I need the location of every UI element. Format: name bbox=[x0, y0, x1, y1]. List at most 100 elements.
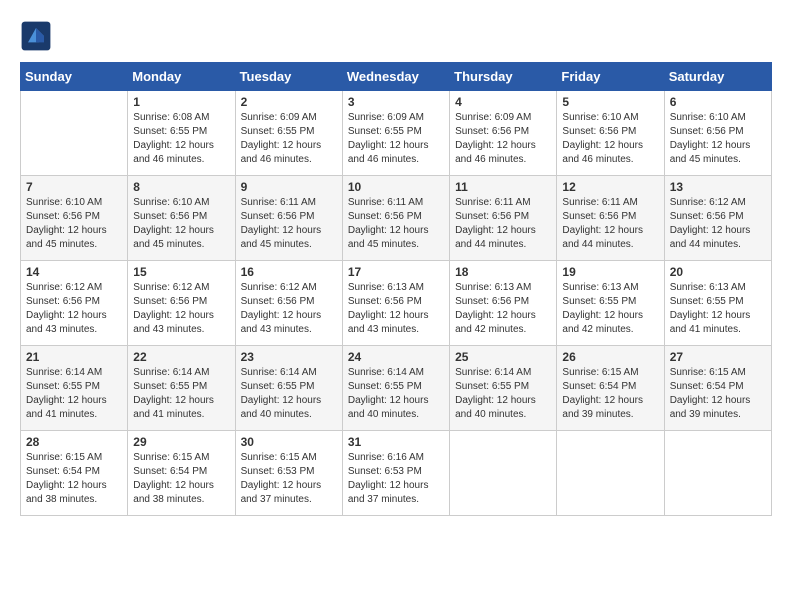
day-number: 3 bbox=[348, 95, 444, 109]
calendar-week-row: 1 Sunrise: 6:08 AMSunset: 6:55 PMDaylight… bbox=[21, 91, 772, 176]
logo-icon bbox=[20, 20, 52, 52]
day-number: 8 bbox=[133, 180, 229, 194]
calendar-day-cell: 15Sunrise: 6:12 AMSunset: 6:56 PMDayligh… bbox=[128, 261, 235, 346]
header-monday: Monday bbox=[128, 63, 235, 91]
day-number: 24 bbox=[348, 350, 444, 364]
day-info: Sunrise: 6:15 AMSunset: 6:54 PMDaylight:… bbox=[670, 366, 766, 422]
day-number: 2 bbox=[241, 95, 337, 109]
day-info: Sunrise: 6:16 AMSunset: 6:53 PMDaylight:… bbox=[348, 451, 444, 507]
calendar-week-row: 28 Sunrise: 6:15 AMSunset: 6:54 PMDayligh… bbox=[21, 431, 772, 516]
calendar-day-cell: 29 Sunrise: 6:15 AMSunset: 6:54 PMDayligh… bbox=[128, 431, 235, 516]
logo bbox=[20, 20, 56, 52]
day-info: Sunrise: 6:13 AMSunset: 6:56 PMDaylight:… bbox=[348, 281, 444, 337]
calendar-day-cell: 10 Sunrise: 6:11 AMSunset: 6:56 PMDayligh… bbox=[342, 176, 449, 261]
day-info: Sunrise: 6:09 AMSunset: 6:56 PMDaylight:… bbox=[455, 111, 551, 167]
calendar-day-cell: 11 Sunrise: 6:11 AMSunset: 6:56 PMDayligh… bbox=[450, 176, 557, 261]
day-number: 26 bbox=[562, 350, 658, 364]
day-info: Sunrise: 6:12 AMSunset: 6:56 PMDaylight:… bbox=[670, 196, 766, 252]
day-info: Sunrise: 6:15 AMSunset: 6:54 PMDaylight:… bbox=[562, 366, 658, 422]
day-info: Sunrise: 6:09 AMSunset: 6:55 PMDaylight:… bbox=[241, 111, 337, 167]
day-info: Sunrise: 6:14 AMSunset: 6:55 PMDaylight:… bbox=[133, 366, 229, 422]
calendar-day-cell: 19Sunrise: 6:13 AMSunset: 6:55 PMDayligh… bbox=[557, 261, 664, 346]
calendar-day-cell: 5 Sunrise: 6:10 AMSunset: 6:56 PMDaylight… bbox=[557, 91, 664, 176]
calendar-day-cell: 23 Sunrise: 6:14 AMSunset: 6:55 PMDayligh… bbox=[235, 346, 342, 431]
calendar-day-cell: 17Sunrise: 6:13 AMSunset: 6:56 PMDayligh… bbox=[342, 261, 449, 346]
day-info: Sunrise: 6:10 AMSunset: 6:56 PMDaylight:… bbox=[670, 111, 766, 167]
calendar-day-cell: 2 Sunrise: 6:09 AMSunset: 6:55 PMDaylight… bbox=[235, 91, 342, 176]
day-number: 30 bbox=[241, 435, 337, 449]
day-number: 22 bbox=[133, 350, 229, 364]
day-info: Sunrise: 6:14 AMSunset: 6:55 PMDaylight:… bbox=[26, 366, 122, 422]
calendar-day-cell: 31Sunrise: 6:16 AMSunset: 6:53 PMDayligh… bbox=[342, 431, 449, 516]
day-info: Sunrise: 6:15 AMSunset: 6:53 PMDaylight:… bbox=[241, 451, 337, 507]
day-info: Sunrise: 6:11 AMSunset: 6:56 PMDaylight:… bbox=[348, 196, 444, 252]
day-info: Sunrise: 6:12 AMSunset: 6:56 PMDaylight:… bbox=[133, 281, 229, 337]
day-info: Sunrise: 6:11 AMSunset: 6:56 PMDaylight:… bbox=[455, 196, 551, 252]
header-saturday: Saturday bbox=[664, 63, 771, 91]
day-number: 7 bbox=[26, 180, 122, 194]
calendar-day-cell: 7 Sunrise: 6:10 AMSunset: 6:56 PMDaylight… bbox=[21, 176, 128, 261]
day-info: Sunrise: 6:12 AMSunset: 6:56 PMDaylight:… bbox=[26, 281, 122, 337]
day-number: 14 bbox=[26, 265, 122, 279]
day-info: Sunrise: 6:12 AMSunset: 6:56 PMDaylight:… bbox=[241, 281, 337, 337]
calendar-day-cell: 8 Sunrise: 6:10 AMSunset: 6:56 PMDaylight… bbox=[128, 176, 235, 261]
header-tuesday: Tuesday bbox=[235, 63, 342, 91]
calendar-day-cell: 12Sunrise: 6:11 AMSunset: 6:56 PMDayligh… bbox=[557, 176, 664, 261]
day-number: 5 bbox=[562, 95, 658, 109]
day-info: Sunrise: 6:09 AMSunset: 6:55 PMDaylight:… bbox=[348, 111, 444, 167]
calendar-day-cell: 20 Sunrise: 6:13 AMSunset: 6:55 PMDayligh… bbox=[664, 261, 771, 346]
day-info: Sunrise: 6:13 AMSunset: 6:55 PMDaylight:… bbox=[562, 281, 658, 337]
calendar-header-row: SundayMondayTuesdayWednesdayThursdayFrid… bbox=[21, 63, 772, 91]
day-number: 21 bbox=[26, 350, 122, 364]
day-info: Sunrise: 6:08 AMSunset: 6:55 PMDaylight:… bbox=[133, 111, 229, 167]
calendar-day-cell: 9 Sunrise: 6:11 AMSunset: 6:56 PMDaylight… bbox=[235, 176, 342, 261]
day-info: Sunrise: 6:10 AMSunset: 6:56 PMDaylight:… bbox=[133, 196, 229, 252]
calendar-day-cell: 4 Sunrise: 6:09 AMSunset: 6:56 PMDaylight… bbox=[450, 91, 557, 176]
day-number: 1 bbox=[133, 95, 229, 109]
calendar-day-cell: 13 Sunrise: 6:12 AMSunset: 6:56 PMDayligh… bbox=[664, 176, 771, 261]
day-info: Sunrise: 6:14 AMSunset: 6:55 PMDaylight:… bbox=[455, 366, 551, 422]
calendar-week-row: 14 Sunrise: 6:12 AMSunset: 6:56 PMDayligh… bbox=[21, 261, 772, 346]
day-info: Sunrise: 6:15 AMSunset: 6:54 PMDaylight:… bbox=[133, 451, 229, 507]
calendar-day-cell: 14 Sunrise: 6:12 AMSunset: 6:56 PMDayligh… bbox=[21, 261, 128, 346]
calendar-day-cell: 6 Sunrise: 6:10 AMSunset: 6:56 PMDaylight… bbox=[664, 91, 771, 176]
calendar-day-cell: 21 Sunrise: 6:14 AMSunset: 6:55 PMDayligh… bbox=[21, 346, 128, 431]
header-friday: Friday bbox=[557, 63, 664, 91]
day-number: 11 bbox=[455, 180, 551, 194]
day-number: 13 bbox=[670, 180, 766, 194]
calendar-day-cell bbox=[450, 431, 557, 516]
calendar-day-cell: 1 Sunrise: 6:08 AMSunset: 6:55 PMDaylight… bbox=[128, 91, 235, 176]
calendar-day-cell: 27 Sunrise: 6:15 AMSunset: 6:54 PMDayligh… bbox=[664, 346, 771, 431]
calendar-day-cell bbox=[21, 91, 128, 176]
day-number: 18 bbox=[455, 265, 551, 279]
calendar-day-cell: 25 Sunrise: 6:14 AMSunset: 6:55 PMDayligh… bbox=[450, 346, 557, 431]
day-number: 20 bbox=[670, 265, 766, 279]
header-sunday: Sunday bbox=[21, 63, 128, 91]
day-number: 10 bbox=[348, 180, 444, 194]
day-info: Sunrise: 6:10 AMSunset: 6:56 PMDaylight:… bbox=[562, 111, 658, 167]
calendar-day-cell: 3 Sunrise: 6:09 AMSunset: 6:55 PMDaylight… bbox=[342, 91, 449, 176]
calendar-day-cell: 26 Sunrise: 6:15 AMSunset: 6:54 PMDayligh… bbox=[557, 346, 664, 431]
header-wednesday: Wednesday bbox=[342, 63, 449, 91]
day-number: 9 bbox=[241, 180, 337, 194]
calendar-day-cell: 18 Sunrise: 6:13 AMSunset: 6:56 PMDayligh… bbox=[450, 261, 557, 346]
day-info: Sunrise: 6:11 AMSunset: 6:56 PMDaylight:… bbox=[562, 196, 658, 252]
day-info: Sunrise: 6:13 AMSunset: 6:56 PMDaylight:… bbox=[455, 281, 551, 337]
day-number: 27 bbox=[670, 350, 766, 364]
day-number: 6 bbox=[670, 95, 766, 109]
day-info: Sunrise: 6:13 AMSunset: 6:55 PMDaylight:… bbox=[670, 281, 766, 337]
day-info: Sunrise: 6:14 AMSunset: 6:55 PMDaylight:… bbox=[241, 366, 337, 422]
day-info: Sunrise: 6:10 AMSunset: 6:56 PMDaylight:… bbox=[26, 196, 122, 252]
day-number: 29 bbox=[133, 435, 229, 449]
calendar-day-cell: 24 Sunrise: 6:14 AMSunset: 6:55 PMDayligh… bbox=[342, 346, 449, 431]
day-number: 4 bbox=[455, 95, 551, 109]
day-info: Sunrise: 6:14 AMSunset: 6:55 PMDaylight:… bbox=[348, 366, 444, 422]
day-number: 23 bbox=[241, 350, 337, 364]
calendar-day-cell: 28Sunrise: 6:15 AMSunset: 6:54 PMDayligh… bbox=[21, 431, 128, 516]
header-thursday: Thursday bbox=[450, 63, 557, 91]
calendar-day-cell: 16Sunrise: 6:12 AMSunset: 6:56 PMDayligh… bbox=[235, 261, 342, 346]
day-info: Sunrise: 6:11 AMSunset: 6:56 PMDaylight:… bbox=[241, 196, 337, 252]
day-number: 28 bbox=[26, 435, 122, 449]
day-number: 25 bbox=[455, 350, 551, 364]
calendar-day-cell: 22 Sunrise: 6:14 AMSunset: 6:55 PMDayligh… bbox=[128, 346, 235, 431]
